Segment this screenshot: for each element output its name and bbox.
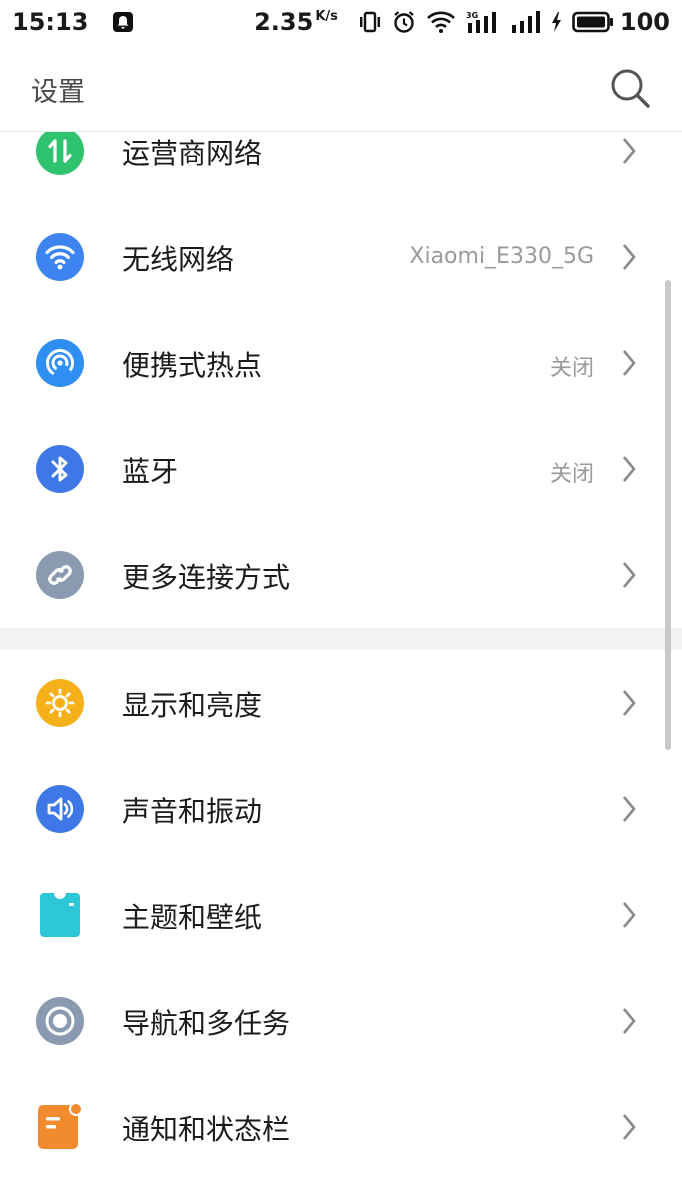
settings-item-label: 便携式热点 [122,349,263,382]
search-icon [611,69,650,108]
settings-item-more-connections[interactable]: 更多连接方式 [0,522,682,628]
settings-item-theme[interactable]: 主题和壁纸 [0,862,682,968]
settings-item-sound[interactable]: 声音和振动 [0,756,682,862]
chevron-right-icon [623,1114,636,1140]
chevron-right-icon [623,690,636,716]
settings-item-label: 通知和状态栏 [122,1113,291,1146]
settings-item-label: 主题和壁纸 [122,901,263,934]
sound-icon [36,785,84,833]
search-button[interactable] [608,66,652,110]
chevron-right-icon [623,562,636,588]
mobile-data-icon [36,127,84,175]
settings-item-value: Xiaomi_E330_5G [409,244,594,269]
net-speed: 2.35 [254,8,314,36]
chevron-right-icon [623,796,636,822]
battery-level: 100 [619,8,670,36]
svg-text:3G: 3G [466,11,478,20]
net-speed-unit: K/s [315,8,338,24]
mobile-signal-icon: 3G [466,9,500,35]
mobile-signal-2-icon [510,10,540,34]
scrollbar[interactable] [665,280,671,750]
chevron-right-icon [623,902,636,928]
status-bar: 15:13 2.35 K/s 3G 100 [0,0,682,44]
settings-item-value: 关闭 [549,462,594,487]
battery-icon [572,11,614,33]
brightness-icon [36,679,84,727]
navigation-icon [36,997,84,1045]
page-title: 设置 [31,77,85,108]
wifi-status-icon [426,10,456,34]
settings-item-label: 运营商网络 [122,137,263,170]
settings-item-hotspot[interactable]: 便携式热点 关闭 [0,310,682,416]
settings-item-wifi[interactable]: 无线网络 Xiaomi_E330_5G [0,204,682,310]
link-icon [36,551,84,599]
settings-item-navigation[interactable]: 导航和多任务 [0,968,682,1074]
bluetooth-icon [36,445,84,493]
notification-bell-icon [112,11,134,33]
settings-item-notifications[interactable]: 通知和状态栏 [0,1074,682,1180]
settings-item-bluetooth[interactable]: 蓝牙 关闭 [0,416,682,522]
settings-item-label: 显示和亮度 [122,689,263,722]
charging-icon [550,11,562,33]
app-bar: 设置 [0,44,682,132]
status-time: 15:13 [12,8,89,36]
chevron-right-icon [623,350,636,376]
vibrate-icon [358,11,382,33]
settings-item-display[interactable]: 显示和亮度 [0,650,682,756]
wifi-icon [36,233,84,281]
settings-item-label: 无线网络 [122,243,235,276]
chevron-right-icon [623,456,636,482]
settings-list: 运营商网络 无线网络 Xiaomi_E330_5G 便携式热点 关闭 蓝牙 关闭… [0,98,682,1180]
settings-item-value: 关闭 [549,356,594,381]
section-divider [0,628,682,650]
chevron-right-icon [623,138,636,164]
settings-item-label: 更多连接方式 [122,561,291,594]
settings-item-label: 声音和振动 [122,795,263,828]
chevron-right-icon [623,1008,636,1034]
theme-icon [36,891,84,939]
settings-item-label: 蓝牙 [122,455,179,488]
hotspot-icon [36,339,84,387]
settings-item-label: 导航和多任务 [122,1007,291,1040]
alarm-icon [392,10,416,34]
notification-icon [36,1102,84,1151]
chevron-right-icon [623,244,636,270]
